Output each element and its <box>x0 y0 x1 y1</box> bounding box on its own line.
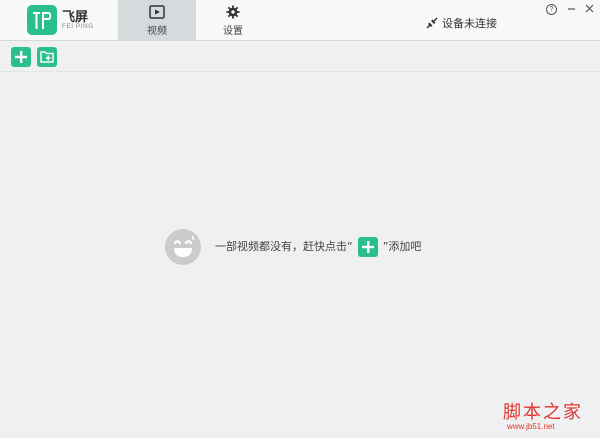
watermark-url: www.jb51.net <box>507 422 555 431</box>
help-button[interactable]: ? <box>546 4 557 15</box>
inline-add-button[interactable] <box>357 237 378 257</box>
unplugged-icon <box>426 17 438 29</box>
title-bar: 飞屏 FEI PING 视频 设置 设备未连接 ? <box>0 0 600 41</box>
empty-state: 一部视频都没有，赶快点击“ ”添加吧 <box>165 228 421 266</box>
tab-settings-label: 设置 <box>223 26 243 37</box>
connection-status-label: 设备未连接 <box>442 17 497 30</box>
close-icon[interactable] <box>585 4 594 13</box>
tab-video-label: 视频 <box>147 26 167 37</box>
empty-state-text-after: ”添加吧 <box>382 240 422 253</box>
minimize-icon[interactable] <box>567 4 576 13</box>
gear-icon <box>226 5 240 19</box>
watermark-text: 脚本之家 <box>503 402 583 423</box>
add-icon <box>361 241 374 253</box>
video-icon <box>149 5 165 19</box>
brand-name-en: FEI PING <box>62 23 94 30</box>
add-video-button[interactable] <box>11 47 31 67</box>
add-folder-icon <box>40 51 54 63</box>
empty-state-message: 一部视频都没有，赶快点击“ ”添加吧 <box>215 237 421 257</box>
toolbar <box>0 41 600 72</box>
connection-status[interactable]: 设备未连接 <box>426 15 497 31</box>
add-icon <box>15 51 27 63</box>
tab-video[interactable]: 视频 <box>118 0 196 40</box>
watermark: 脚本之家 www.jb51.net <box>503 398 599 438</box>
add-folder-button[interactable] <box>37 47 57 67</box>
tab-settings[interactable]: 设置 <box>194 0 272 40</box>
app-logo-icon <box>27 5 57 35</box>
smiley-icon <box>165 229 201 265</box>
empty-state-text-before: 一部视频都没有，赶快点击“ <box>215 240 353 253</box>
